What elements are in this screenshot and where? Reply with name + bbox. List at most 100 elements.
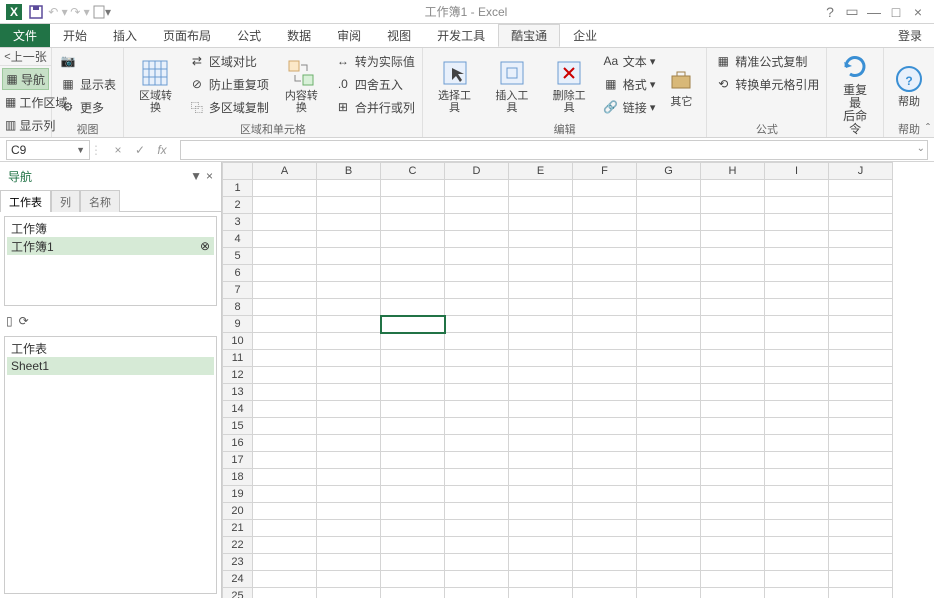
cell[interactable] <box>381 537 445 554</box>
cell[interactable] <box>381 503 445 520</box>
col-header[interactable]: E <box>509 163 573 180</box>
cell[interactable] <box>701 418 765 435</box>
cell[interactable] <box>445 282 509 299</box>
link-menu[interactable]: 🔗链接 ▾ <box>599 96 659 118</box>
cell[interactable] <box>765 350 829 367</box>
cell[interactable] <box>317 367 381 384</box>
cell[interactable] <box>509 214 573 231</box>
other-button[interactable]: 其它 <box>660 50 702 121</box>
cell[interactable] <box>445 469 509 486</box>
cell[interactable] <box>765 367 829 384</box>
row-header[interactable]: 2 <box>223 197 253 214</box>
cancel-formula-icon[interactable]: × <box>110 143 126 157</box>
tab-开发工具[interactable]: 开发工具 <box>424 24 498 47</box>
cell[interactable] <box>317 503 381 520</box>
cell[interactable] <box>637 418 701 435</box>
row-header[interactable]: 17 <box>223 452 253 469</box>
nav-button[interactable]: ▦导航 <box>2 68 49 90</box>
cell[interactable] <box>573 452 637 469</box>
row-header[interactable]: 11 <box>223 350 253 367</box>
col-header[interactable]: G <box>637 163 701 180</box>
cell[interactable] <box>381 588 445 599</box>
cell[interactable] <box>509 588 573 599</box>
cell[interactable] <box>317 214 381 231</box>
cell[interactable] <box>253 231 317 248</box>
cell[interactable] <box>317 486 381 503</box>
cell[interactable] <box>829 571 893 588</box>
cell[interactable] <box>765 197 829 214</box>
cell[interactable] <box>509 367 573 384</box>
cell[interactable] <box>573 333 637 350</box>
cell[interactable] <box>829 503 893 520</box>
help-icon[interactable]: ? <box>820 2 840 22</box>
fx-icon[interactable]: fx <box>154 143 170 157</box>
cell[interactable] <box>637 265 701 282</box>
row-header[interactable]: 1 <box>223 180 253 197</box>
cell[interactable] <box>317 520 381 537</box>
cell[interactable] <box>765 316 829 333</box>
cell[interactable] <box>829 537 893 554</box>
cell[interactable] <box>829 435 893 452</box>
row-header[interactable]: 23 <box>223 554 253 571</box>
cell[interactable] <box>317 350 381 367</box>
cell[interactable] <box>637 333 701 350</box>
cell[interactable] <box>829 197 893 214</box>
cell[interactable] <box>253 214 317 231</box>
cell[interactable] <box>637 486 701 503</box>
col-header[interactable]: D <box>445 163 509 180</box>
cell[interactable] <box>381 299 445 316</box>
cell[interactable] <box>573 486 637 503</box>
multicopy-button[interactable]: ⿻多区域复制 <box>185 96 272 118</box>
cell[interactable] <box>829 333 893 350</box>
cell[interactable] <box>317 452 381 469</box>
cell[interactable] <box>509 333 573 350</box>
cell[interactable] <box>765 520 829 537</box>
cell[interactable] <box>829 520 893 537</box>
cell[interactable] <box>573 418 637 435</box>
cell[interactable] <box>573 180 637 197</box>
cell[interactable] <box>637 231 701 248</box>
cell[interactable] <box>765 554 829 571</box>
cell[interactable] <box>253 316 317 333</box>
cell[interactable] <box>765 333 829 350</box>
login-link[interactable]: 登录 <box>886 24 934 47</box>
cell[interactable] <box>637 554 701 571</box>
cell[interactable] <box>509 197 573 214</box>
cell[interactable] <box>829 469 893 486</box>
cell[interactable] <box>701 282 765 299</box>
cell[interactable] <box>637 282 701 299</box>
showcol-button[interactable]: ▥显示列 <box>2 114 49 136</box>
cell[interactable] <box>637 520 701 537</box>
rerun-button[interactable]: 重复最后命令 <box>831 50 879 138</box>
cell[interactable] <box>765 384 829 401</box>
cell[interactable] <box>317 180 381 197</box>
select-all-corner[interactable] <box>223 163 253 180</box>
workarea-button[interactable]: ▦工作区域 <box>2 91 49 113</box>
cell[interactable] <box>765 180 829 197</box>
cell[interactable] <box>509 180 573 197</box>
cell[interactable] <box>253 180 317 197</box>
cell[interactable] <box>317 231 381 248</box>
row-header[interactable]: 7 <box>223 282 253 299</box>
content-convert-button[interactable]: 内容转换 <box>274 50 329 121</box>
back-button[interactable]: < 上一张 <box>0 48 51 66</box>
cell[interactable] <box>573 282 637 299</box>
tab-页面布局[interactable]: 页面布局 <box>150 24 224 47</box>
cell[interactable] <box>253 537 317 554</box>
cell[interactable] <box>445 503 509 520</box>
cell[interactable] <box>381 180 445 197</box>
cell[interactable] <box>445 316 509 333</box>
cell[interactable] <box>381 520 445 537</box>
cell[interactable] <box>637 452 701 469</box>
cell[interactable] <box>829 299 893 316</box>
cell[interactable] <box>829 588 893 599</box>
cell[interactable] <box>317 418 381 435</box>
row-header[interactable]: 24 <box>223 571 253 588</box>
cell[interactable] <box>317 588 381 599</box>
cell[interactable] <box>701 435 765 452</box>
cell[interactable] <box>445 486 509 503</box>
cell[interactable] <box>765 401 829 418</box>
cell[interactable] <box>445 248 509 265</box>
cell[interactable] <box>829 418 893 435</box>
cell[interactable] <box>573 367 637 384</box>
